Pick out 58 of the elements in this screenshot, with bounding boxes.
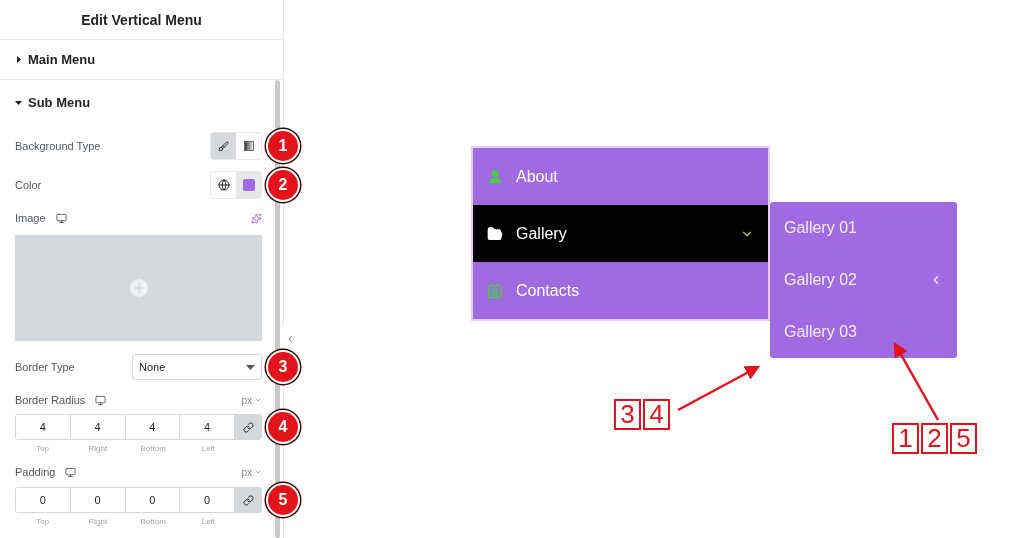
- person-icon: [487, 168, 503, 185]
- border-type-select[interactable]: None: [132, 354, 262, 380]
- folder-icon: [487, 225, 503, 242]
- field-label: Border Radius: [15, 394, 86, 406]
- dropdown-caret-icon: [246, 364, 255, 370]
- gradient-icon: [243, 141, 254, 151]
- field-caption: Bottom: [139, 517, 167, 528]
- plus-icon: [131, 281, 146, 295]
- chevron-down-icon: [254, 396, 262, 404]
- link-button[interactable]: [235, 415, 261, 439]
- field-label: Border Type: [15, 361, 75, 373]
- panel-title: Edit Vertical Menu: [81, 11, 202, 28]
- annotation-label: 5: [950, 423, 977, 454]
- menu-item[interactable]: Gallery: [473, 205, 768, 262]
- field-caption: Left: [200, 517, 217, 528]
- number-field[interactable]: 0: [16, 488, 71, 512]
- menu-item[interactable]: About: [473, 148, 768, 205]
- field-caption: Top: [35, 444, 51, 455]
- chevron-down-icon: [254, 468, 262, 476]
- globe-icon: [217, 179, 230, 191]
- link-icon: [242, 494, 254, 506]
- field-caption: Right: [87, 517, 109, 528]
- number-badge: 5: [266, 483, 300, 517]
- section-toggle[interactable]: Main Menu: [15, 52, 96, 67]
- monitor-icon: [55, 212, 67, 224]
- contact-card-icon: [487, 282, 503, 299]
- monitor-icon: [65, 466, 77, 478]
- field-caption: Left: [200, 444, 217, 455]
- number-badge: 2: [266, 168, 300, 202]
- unit-select[interactable]: px: [241, 394, 262, 406]
- field-caption: Top: [35, 517, 51, 528]
- section-toggle[interactable]: Sub Menu: [15, 94, 91, 110]
- color-swatch[interactable]: [236, 172, 261, 198]
- field-label: Background Type: [15, 140, 101, 152]
- unit-select[interactable]: px: [241, 466, 262, 478]
- annotation-label: 1: [892, 423, 919, 454]
- field-label: Color: [15, 179, 42, 191]
- annotation-label: 3: [614, 399, 641, 430]
- scrollbar[interactable]: [275, 80, 280, 538]
- link-icon: [242, 421, 254, 433]
- classic-button[interactable]: [211, 133, 236, 159]
- caret-icon: [15, 56, 22, 63]
- field-label: Padding: [15, 466, 56, 478]
- monitor-icon: [95, 394, 107, 406]
- link-button[interactable]: [235, 488, 261, 512]
- number-badge: 4: [266, 410, 300, 444]
- number-field[interactable]: 4: [16, 415, 71, 439]
- sparkle-icon[interactable]: [251, 212, 262, 224]
- field-caption: Bottom: [139, 444, 167, 455]
- field-label: Image: [15, 212, 46, 224]
- field-caption: Right: [87, 444, 109, 455]
- number-badge: 1: [266, 129, 300, 163]
- caret-icon: [15, 98, 22, 106]
- annotation-label: 2: [921, 423, 948, 454]
- brush-icon: [218, 140, 229, 152]
- number-badge: 3: [266, 350, 300, 384]
- menu-item[interactable]: Contacts: [473, 262, 768, 319]
- annotation-label: 4: [643, 399, 670, 430]
